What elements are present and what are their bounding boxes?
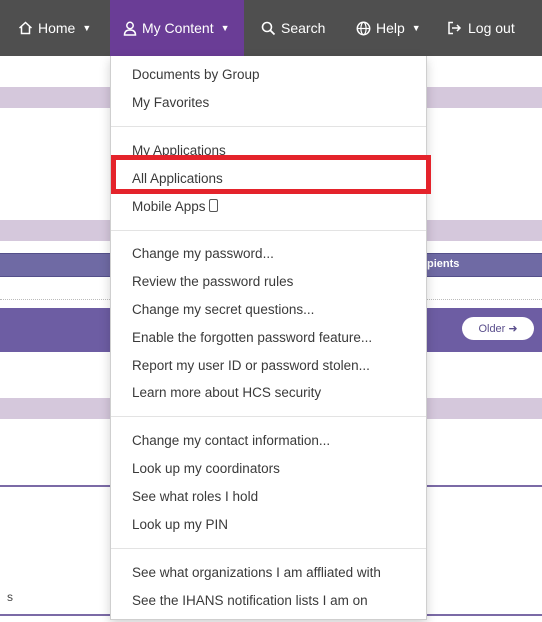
caret-down-icon: ▼ [220, 23, 230, 33]
menu-separator [111, 416, 426, 417]
nav-search[interactable]: Search [261, 0, 325, 56]
mobile-phone-icon [208, 199, 218, 212]
menu-item-learn-security[interactable]: Learn more about HCS security [132, 382, 321, 404]
menu-item-my-favorites[interactable]: My Favorites [132, 92, 209, 114]
menu-separator [111, 548, 426, 549]
older-button-label: Older [478, 322, 506, 335]
menu-item-documents-by-group[interactable]: Documents by Group [132, 64, 260, 86]
user-icon [123, 21, 137, 36]
menu-item-see-roles[interactable]: See what roles I hold [132, 486, 258, 508]
top-navbar: Home ▼ My Content ▼ Search Help ▼ Log ou… [0, 0, 542, 56]
nav-home-label: Home [38, 20, 76, 36]
section-heading-fragment: s [7, 590, 13, 604]
menu-item-change-password[interactable]: Change my password... [132, 243, 274, 265]
recipients-tab-label: pients [427, 258, 460, 270]
home-icon [18, 21, 33, 35]
older-button[interactable]: Older ➜ [462, 317, 534, 340]
nav-logout-label: Log out [468, 20, 515, 36]
menu-item-change-contact[interactable]: Change my contact information... [132, 430, 330, 452]
my-content-dropdown: Documents by Group My Favorites My Appli… [110, 56, 427, 620]
menu-item-mobile-apps[interactable]: Mobile Apps [132, 196, 218, 218]
menu-item-see-organizations[interactable]: See what organizations I am affliated wi… [132, 562, 381, 584]
menu-item-look-up-coordinators[interactable]: Look up my coordinators [132, 458, 280, 480]
globe-icon [356, 21, 371, 36]
menu-item-report-stolen[interactable]: Report my user ID or password stolen... [132, 355, 370, 377]
caret-down-icon: ▼ [82, 23, 92, 33]
nav-help[interactable]: Help ▼ [356, 0, 421, 56]
nav-my-content-label: My Content [142, 20, 214, 36]
caret-down-icon: ▼ [411, 23, 421, 33]
menu-item-review-password-rules[interactable]: Review the password rules [132, 271, 293, 293]
logout-icon [447, 21, 463, 35]
nav-search-label: Search [281, 20, 326, 36]
arrow-right-icon: ➜ [508, 323, 518, 335]
menu-separator [111, 230, 426, 231]
menu-separator [111, 126, 426, 127]
menu-item-look-up-pin[interactable]: Look up my PIN [132, 514, 228, 536]
search-icon [261, 21, 276, 36]
menu-item-mobile-apps-label: Mobile Apps [132, 199, 206, 214]
nav-help-label: Help [376, 20, 405, 36]
nav-home[interactable]: Home ▼ [18, 0, 91, 56]
menu-item-change-secret-questions[interactable]: Change my secret questions... [132, 299, 314, 321]
menu-item-enable-forgotten-password[interactable]: Enable the forgotten password feature... [132, 327, 372, 349]
nav-logout[interactable]: Log out [447, 0, 515, 56]
highlight-annotation-box [111, 155, 431, 194]
menu-item-see-ihans-lists[interactable]: See the IHANS notification lists I am on [132, 590, 368, 612]
nav-my-content[interactable]: My Content ▼ [110, 0, 244, 56]
